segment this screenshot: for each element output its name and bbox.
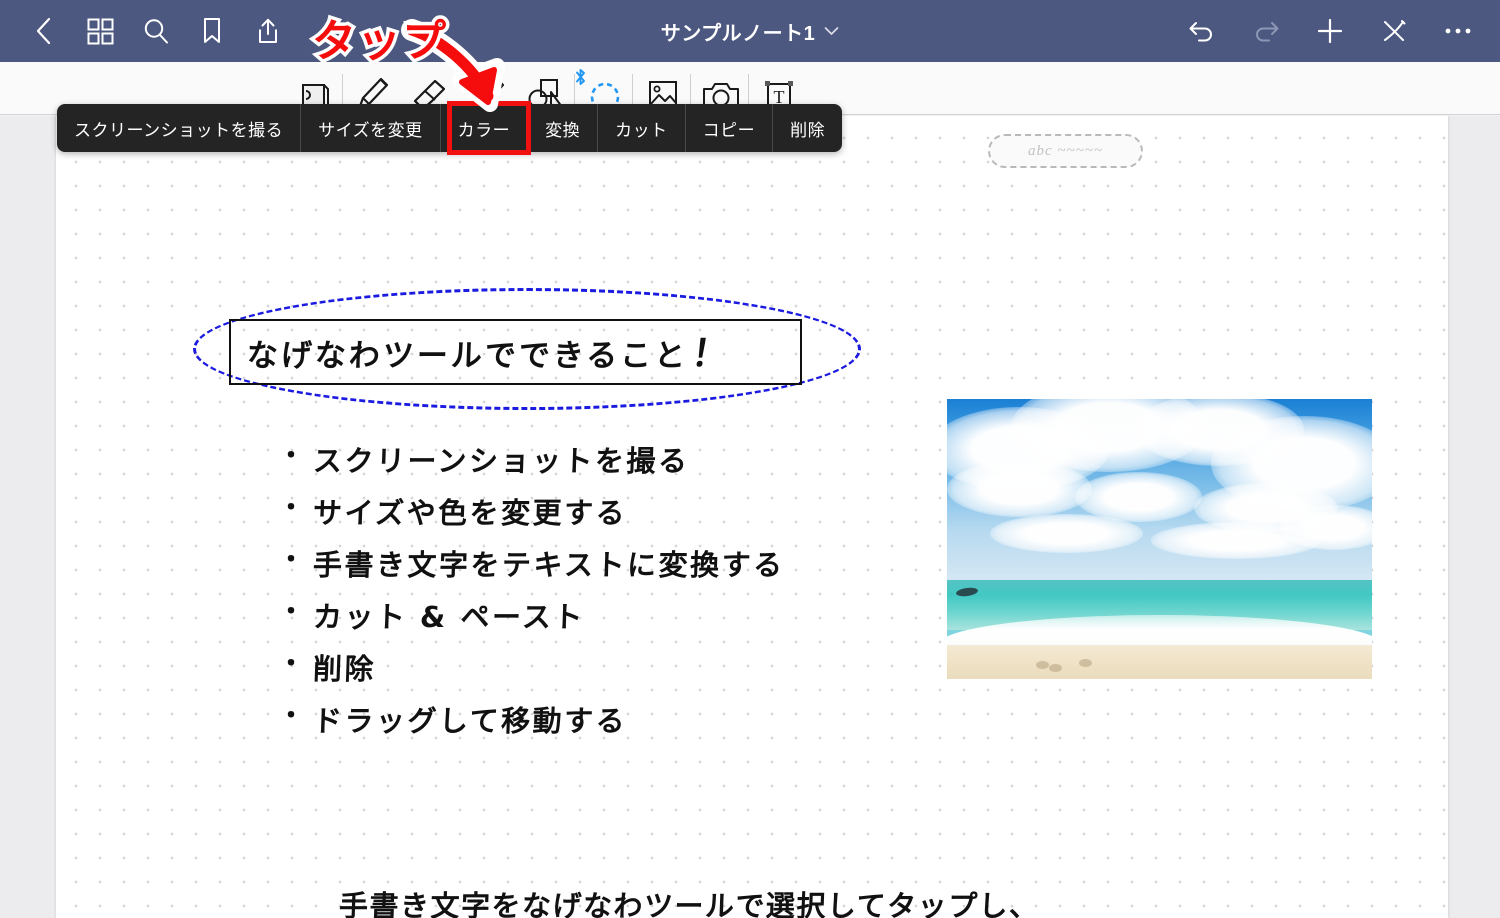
navbar-right-group	[1174, 0, 1486, 62]
photo-cloud	[947, 460, 1092, 517]
context-menu-item-resize[interactable]: サイズを変更	[301, 104, 441, 152]
handwritten-bullet-list: ・ スクリーンショットを撮る ・ サイズや色を変更する ・ 手書き文字をテキスト…	[278, 434, 785, 744]
list-item: ・ 手書き文字をテキストに変換する	[278, 538, 785, 588]
chevron-down-icon[interactable]	[824, 26, 839, 36]
context-menu-item-screenshot[interactable]: スクリーンショットを撮る	[57, 104, 302, 152]
photo-footprint	[1049, 663, 1062, 672]
bullet-label: ドラッグして移動する	[312, 704, 628, 738]
bluetooth-icon	[576, 69, 585, 85]
bullet-marker: ・	[278, 701, 305, 731]
context-menu-item-color[interactable]: カラー	[441, 104, 529, 152]
bullet-label: 削除	[312, 652, 377, 686]
page-title: サンプルノート1	[660, 22, 816, 45]
context-menu-item-convert[interactable]: 変換	[528, 104, 599, 152]
context-menu-item-copy[interactable]: コピー	[686, 104, 774, 152]
context-menu-item-delete[interactable]: 削除	[773, 104, 842, 152]
tap-annotation-label: タップ	[309, 13, 450, 71]
photo-footprint	[1036, 660, 1050, 669]
bookmark-icon[interactable]	[184, 5, 240, 57]
bullet-marker: ・	[278, 441, 305, 471]
photo-sand	[947, 645, 1372, 679]
grid-icon[interactable]	[72, 5, 128, 57]
navbar-left-group	[0, 5, 296, 57]
text-recognition-placeholder[interactable]: abc ~~~~~	[988, 134, 1143, 168]
context-menu-item-cut[interactable]: カット	[598, 104, 686, 152]
bullet-marker: ・	[278, 649, 305, 679]
bullet-label: 手書き文字をテキストに変換する	[312, 548, 786, 582]
back-icon[interactable]	[16, 5, 72, 57]
handwritten-title-text: なげなわツールでできること	[246, 337, 689, 374]
undo-icon[interactable]	[1174, 5, 1230, 57]
list-item: ・ サイズや色を変更する	[278, 486, 785, 536]
more-icon[interactable]	[1430, 5, 1486, 57]
note-canvas-area[interactable]: なげなわツールでできること ！ ・ スクリーンショットを撮る ・ サイズや色を変…	[0, 116, 1500, 918]
handwritten-title-box[interactable]: なげなわツールでできること ！	[229, 319, 802, 385]
bullet-label: サイズや色を変更する	[312, 496, 628, 530]
note-page[interactable]: なげなわツールでできること ！ ・ スクリーンショットを撮る ・ サイズや色を変…	[56, 116, 1448, 918]
close-pen-icon[interactable]	[1366, 5, 1422, 57]
top-navigation-bar: サンプルノート1	[0, 0, 1500, 62]
list-item: ・ スクリーンショットを撮る	[278, 434, 785, 484]
bullet-marker: ・	[278, 545, 305, 575]
list-item: ・ ドラッグして移動する	[278, 694, 785, 744]
bullet-marker: ・	[278, 597, 305, 627]
paragraph-line: 手書き文字をなげなわツールで選択してタップし、	[338, 889, 1041, 918]
bullet-label: スクリーンショットを撮る	[312, 444, 691, 478]
bullet-marker: ・	[278, 493, 305, 523]
photo-cloud	[989, 513, 1143, 553]
text-placeholder-label: abc ~~~~~	[1028, 142, 1103, 159]
handwritten-paragraph: 手書き文字をなげなわツールで選択してタップし、 「変換」を選択すると、テキストに…	[338, 883, 1041, 918]
selection-context-menu: スクリーンショットを撮る サイズを変更 カラー 変換 カット コピー 削除	[57, 104, 843, 152]
note-app-window: サンプルノート1 T abc ~~~~~ なげなわツールでできること ！ ・ ス…	[0, 0, 1500, 918]
handwritten-title-exclamation: ！	[689, 332, 736, 375]
plus-icon[interactable]	[1302, 5, 1358, 57]
bullet-label: カット & ペースト	[312, 600, 586, 634]
share-icon[interactable]	[240, 5, 296, 57]
redo-icon[interactable]	[1238, 5, 1294, 57]
list-item: ・ 削除	[278, 642, 785, 692]
list-item: ・ カット & ペースト	[278, 590, 785, 640]
search-icon[interactable]	[128, 5, 184, 57]
note-title-button[interactable]: サンプルノート1	[661, 17, 840, 46]
beach-photo[interactable]	[947, 399, 1372, 679]
